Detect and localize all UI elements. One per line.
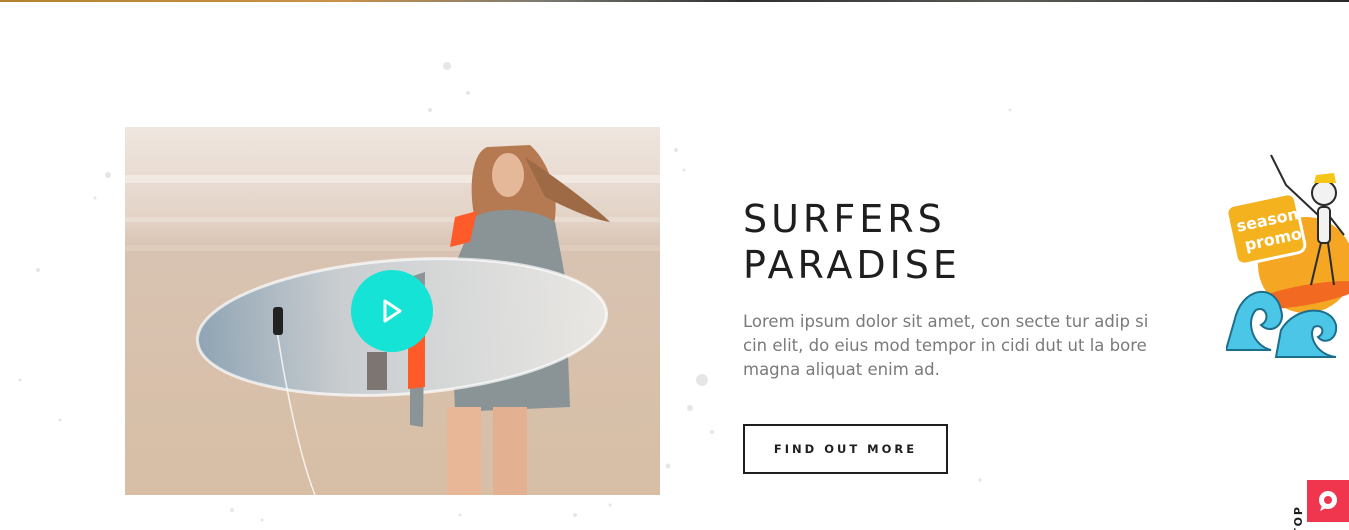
play-video-button[interactable]	[351, 270, 433, 352]
video-card[interactable]	[125, 127, 660, 495]
back-to-top-label: TOP	[1292, 505, 1305, 530]
skeleton-surfer-illustration: season promo	[1226, 154, 1349, 358]
hero-content: SURFERS PARADISE Lorem ipsum dolor sit a…	[743, 196, 1183, 382]
previous-section-edge	[0, 0, 1349, 2]
title-line-2: PARADISE	[743, 243, 961, 287]
help-chat-button[interactable]	[1307, 480, 1349, 522]
section-title: SURFERS PARADISE	[743, 196, 1183, 288]
season-promo-sticker[interactable]: season promo	[1226, 145, 1349, 365]
title-line-1: SURFERS	[743, 197, 946, 241]
find-out-more-button[interactable]: FIND OUT MORE	[743, 424, 948, 474]
chat-bubble-icon	[1319, 491, 1337, 511]
section-description: Lorem ipsum dolor sit amet, con secte tu…	[743, 312, 1149, 379]
play-icon	[383, 299, 402, 323]
